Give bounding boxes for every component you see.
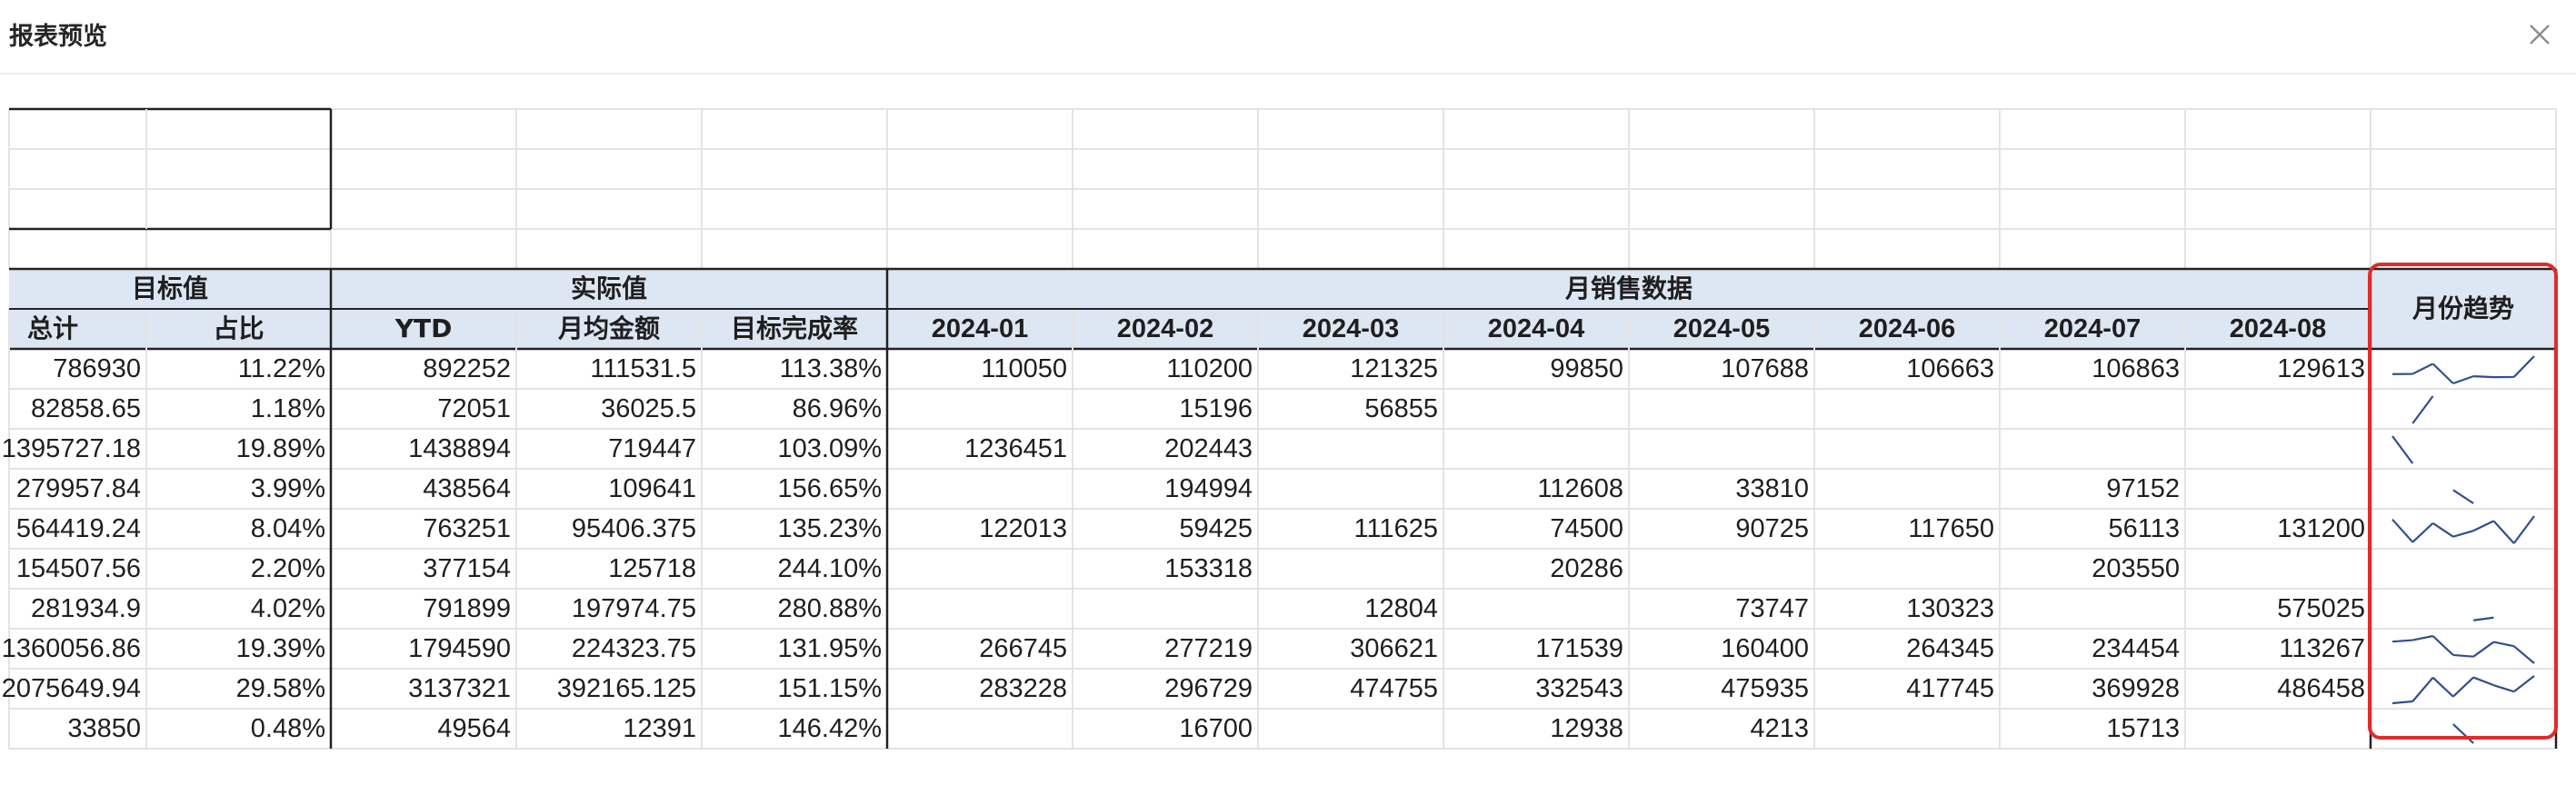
sparkline-segment (2452, 530, 2474, 538)
sparkline-segment (2452, 653, 2474, 658)
sparkline-segment (2512, 355, 2535, 378)
sparkline-segment (2412, 634, 2433, 641)
sparkline-segment (2472, 616, 2494, 621)
sparkline-segment (2391, 518, 2414, 543)
sparkline-segment (2452, 489, 2474, 504)
sparkline-segment (2512, 515, 2535, 544)
sparkline-segment (2452, 375, 2474, 385)
sparkline-segment (2452, 676, 2474, 698)
sparkline-segment (2391, 639, 2413, 643)
sparkline-segment (2431, 363, 2454, 384)
sparkline-segment (2411, 677, 2434, 702)
sparkline-segment (2493, 641, 2514, 648)
sparkline-segment (2513, 675, 2535, 693)
sparkline-segment (2473, 375, 2494, 379)
sparkline-segment (2411, 522, 2434, 543)
sparkline-segment (2492, 520, 2515, 544)
sparkline-segment (2391, 700, 2413, 705)
sparkline-segment (2431, 635, 2454, 656)
sparkline-segment (2472, 641, 2495, 658)
sparkline-segment (2411, 363, 2434, 375)
sparkline-layer (2391, 355, 2535, 744)
sparkline-segment (2493, 684, 2515, 693)
sparkline-segment (2513, 645, 2535, 664)
sparkline-segment (2391, 435, 2414, 464)
sparkline-segment (2431, 522, 2454, 538)
sparkline-segment (2452, 723, 2474, 744)
sparkline-segment (2472, 520, 2494, 532)
sparkline-segment (2472, 676, 2494, 687)
sparkline-segment (2431, 676, 2454, 698)
report-preview-sheet: 目标值 实际值 月销售数据 月份趋势 总计 占比 YTD 月均金额 目标完成率 2024-01 20… (0, 0, 2576, 785)
sparkline-segment (2411, 395, 2434, 424)
